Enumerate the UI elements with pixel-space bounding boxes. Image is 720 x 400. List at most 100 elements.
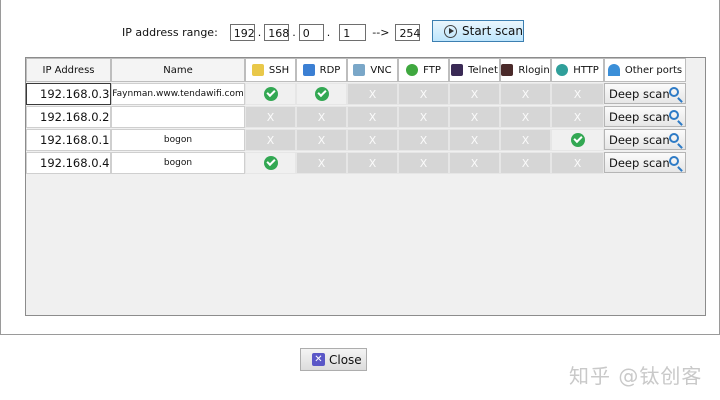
closed-x-icon: X [573,110,582,124]
closed-x-icon: X [470,156,479,170]
port-status-cell: X [449,106,500,128]
port-status-cell: X [398,106,449,128]
closed-x-icon: X [521,87,530,101]
port-status-cell: X [398,83,449,105]
port-status-cell: X [296,129,347,151]
watermark-text: 知乎 @钛创客 [569,364,703,388]
octet-separator: . [326,25,331,39]
port-status-cell: X [449,152,500,174]
start-scan-button[interactable]: Start scan [432,20,524,42]
column-header-vnc[interactable]: VNC [347,58,398,82]
port-status-cell: X [551,152,604,174]
column-header-other[interactable]: Other ports [604,58,686,82]
terminal-icon [251,64,264,76]
ip-address-cell[interactable]: 192.168.0.1 [26,129,111,151]
magnifier-icon [669,156,679,166]
port-status-cell: X [449,83,500,105]
port-status-cell: X [347,83,398,105]
check-icon [263,156,278,170]
column-header-rdp[interactable]: RDP [296,58,347,82]
hostname-cell[interactable]: bogon [111,152,245,174]
monitor-icon [302,64,315,76]
closed-x-icon: X [317,133,326,147]
port-status-cell: X [500,106,551,128]
range-end-field[interactable]: 254 [395,23,421,41]
column-header-rlogin[interactable]: Rlogin [500,58,551,82]
close-label: Close [329,352,362,367]
port-status-cell: X [500,83,551,105]
results-grid[interactable]: IP Address Name SSH RDP VNC FTP Telnet R… [25,57,706,316]
range-start-field[interactable]: 1 [339,23,367,41]
closed-x-icon: X [317,110,326,124]
port-status-cell[interactable] [245,152,296,174]
play-icon [444,24,457,38]
closed-x-icon: X [419,156,428,170]
column-header-ftp[interactable]: FTP [398,58,449,82]
closed-x-icon: X [521,133,530,147]
closed-x-icon: X [419,87,428,101]
column-header-http[interactable]: HTTP [551,58,604,82]
hostname-cell[interactable]: bogon [111,129,245,151]
deep-scan-button[interactable]: Deep scan [604,152,686,173]
scan-panel: IP address range: 192 . 168 . 0 . 1 --> … [0,0,720,388]
rlogin-icon [501,64,514,76]
closed-x-icon: X [521,110,530,124]
check-icon [570,133,585,147]
closed-x-icon: X [573,156,582,170]
closed-x-icon: X [419,133,428,147]
close-button[interactable]: ✕ Close [300,348,367,371]
port-status-cell: X [347,152,398,174]
column-header-name[interactable]: Name [111,58,245,82]
check-icon [263,87,278,101]
deep-scan-label: Deep scan [609,155,670,170]
range-arrow: --> [372,25,390,39]
closed-x-icon: X [266,110,275,124]
close-icon: ✕ [312,353,325,366]
header-label: Telnet [468,64,498,76]
closed-x-icon: X [266,133,275,147]
header-label: FTP [423,64,441,76]
deep-scan-button[interactable]: Deep scan [604,83,686,104]
port-status-cell[interactable] [296,83,347,105]
octet-1-field[interactable]: 192 [229,23,255,41]
deep-scan-button[interactable]: Deep scan [604,129,686,150]
closed-x-icon: X [419,110,428,124]
header-label: RDP [319,64,341,76]
port-status-cell: X [296,106,347,128]
port-status-cell[interactable] [551,129,604,151]
port-status-cell: X [245,106,296,128]
port-status-cell: X [347,106,398,128]
hostname-cell[interactable] [111,106,245,128]
octet-separator: . [257,25,262,39]
magnifier-icon [669,110,679,120]
port-status-cell[interactable] [245,83,296,105]
closed-x-icon: X [368,156,377,170]
octet-separator: . [292,25,296,39]
ip-address-cell[interactable]: 192.168.0.3 [26,83,111,105]
port-status-cell: X [500,152,551,174]
deep-scan-button[interactable]: Deep scan [604,106,686,127]
port-status-cell: X [296,152,347,174]
octet-2-field[interactable]: 168 [264,23,290,41]
vnc-screen-icon [353,64,366,76]
header-label: HTTP [573,64,599,76]
octet-3-field[interactable]: 0 [298,23,324,41]
hostname-cell[interactable]: Faynman.www.tendawifi.com [111,83,245,105]
header-label: Name [163,64,193,76]
closed-x-icon: X [368,133,377,147]
ip-range-label: IP address range: [122,25,218,39]
deep-scan-label: Deep scan [609,86,670,101]
ftp-icon [406,64,419,76]
closed-x-icon: X [470,110,479,124]
header-label: Rlogin [518,64,550,76]
ip-address-cell[interactable]: 192.168.0.2 [26,106,111,128]
port-status-cell: X [551,106,604,128]
header-label: SSH [268,64,290,76]
start-scan-label: Start scan [462,24,523,38]
column-header-telnet[interactable]: Telnet [449,58,500,82]
column-header-ssh[interactable]: SSH [245,58,296,82]
telnet-icon [451,64,464,76]
column-header-ip[interactable]: IP Address [26,58,111,82]
port-status-cell: X [449,129,500,151]
ip-address-cell[interactable]: 192.168.0.4 [26,152,111,174]
